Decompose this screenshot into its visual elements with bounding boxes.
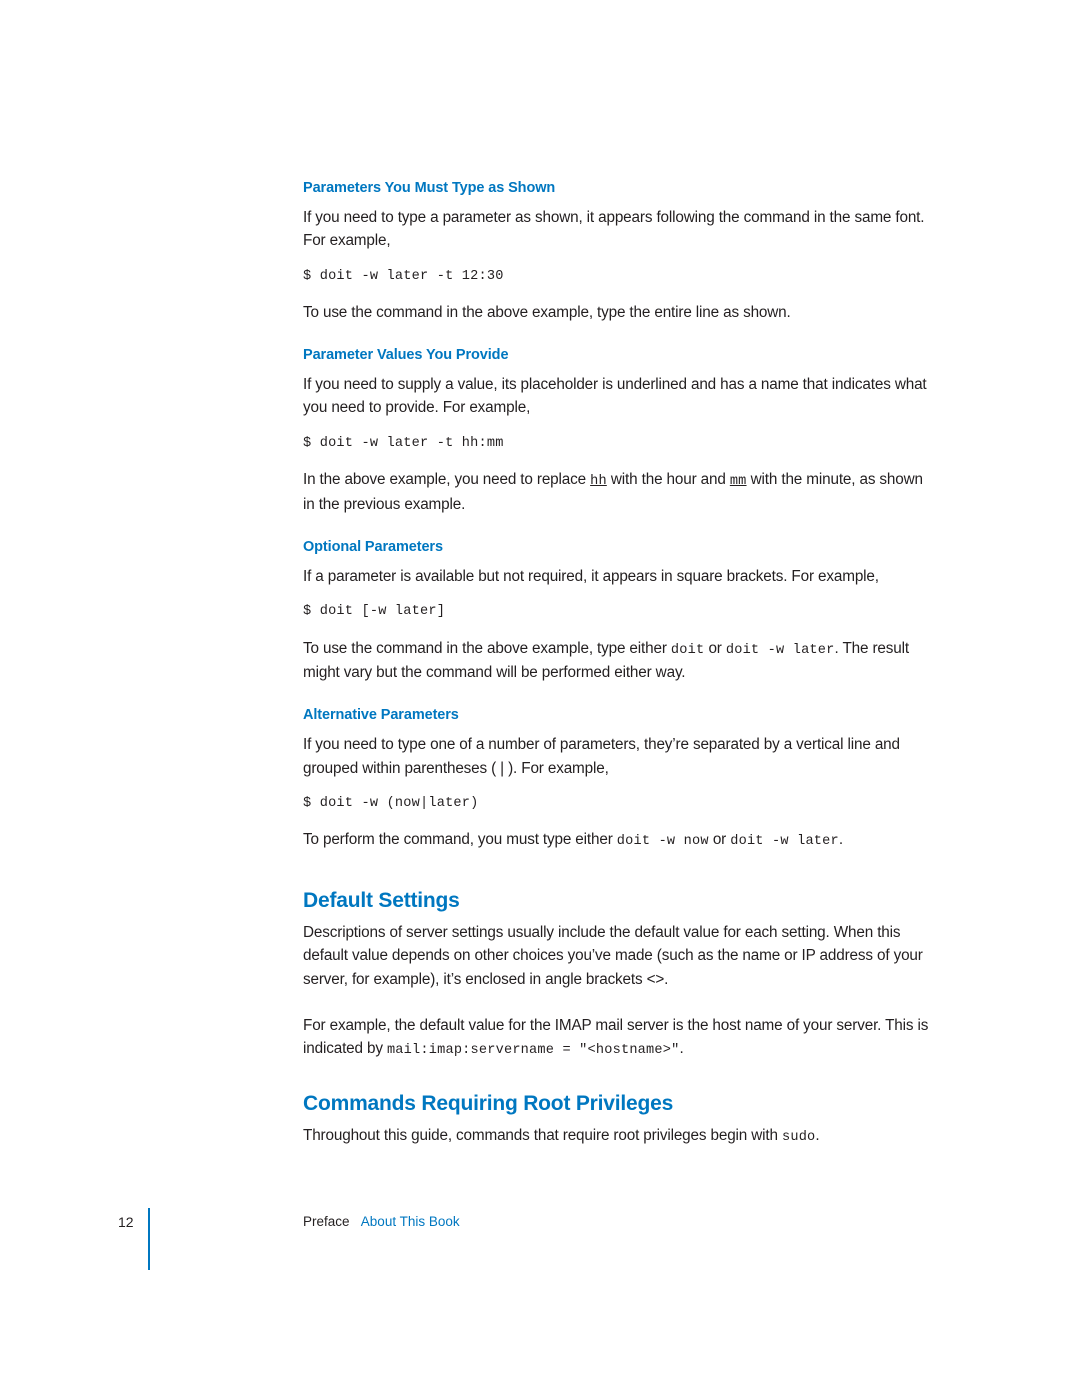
text-fragment: with the hour and [606, 471, 730, 489]
inline-code-sudo: sudo [781, 1129, 816, 1145]
footer-link-about-this-book[interactable]: About This Book [361, 1214, 460, 1229]
inline-code-doit-w-later-2: doit -w later [730, 834, 839, 850]
paragraph-replace-hh-mm: In the above example, you need to replac… [303, 468, 938, 516]
paragraph-default-settings-2: For example, the default value for the I… [303, 1014, 938, 1062]
paragraph-optional-usage: To use the command in the above example,… [303, 637, 938, 685]
heading-parameter-values-you-provide: Parameter Values You Provide [303, 347, 509, 364]
heading-alternative-parameters: Alternative Parameters [303, 707, 459, 724]
paragraph-alternative-usage: To perform the command, you must type ei… [303, 828, 938, 853]
text-fragment: . [679, 1040, 684, 1058]
paragraph-parameter-values: If you need to supply a value, its place… [303, 376, 927, 417]
page-footer: 12 Preface About This Book [0, 1208, 1080, 1288]
heading-optional-parameters: Optional Parameters [303, 538, 443, 555]
code-sample-optional-parameters: $ doit [-w later] [303, 604, 446, 620]
text-fragment: To use the command in the above example,… [303, 639, 671, 657]
inline-code-doit-w-later: doit -w later [725, 642, 835, 658]
page-content: Parameters You Must Type as Shown If you… [303, 180, 938, 1162]
text-fragment: In the above example, you need to replac… [303, 471, 591, 489]
heading-commands-requiring-root-privileges: Commands Requiring Root Privileges [303, 1091, 674, 1115]
code-sample-alternative-parameters: $ doit -w (now|later) [303, 795, 479, 811]
inline-code-imap-servername: mail:imap:servername = "<hostname>" [386, 1043, 680, 1059]
paragraph-optional-parameters: If a parameter is available but not requ… [303, 567, 879, 585]
text-fragment: or [708, 831, 731, 849]
text-fragment: . [815, 1126, 820, 1144]
paragraph-root-privileges: Throughout this guide, commands that req… [303, 1124, 938, 1149]
inline-code-mm: mm [729, 474, 747, 490]
inline-code-doit-w-now: doit -w now [616, 834, 709, 850]
inline-code-doit: doit [670, 642, 705, 658]
heading-parameters-type-as-shown: Parameters You Must Type as Shown [303, 180, 556, 196]
text-fragment: . [838, 831, 843, 849]
text-fragment: To perform the command, you must type ei… [303, 831, 617, 849]
paragraph-default-settings-1: Descriptions of server settings usually … [303, 924, 923, 988]
footer-breadcrumb: Preface About This Book [303, 1214, 460, 1229]
footer-separator [350, 1214, 361, 1229]
footer-divider-rule [148, 1208, 150, 1270]
text-fragment: or [704, 639, 726, 657]
code-sample-type-as-shown: $ doit -w later -t 12:30 [303, 268, 504, 284]
page-number: 12 [118, 1214, 134, 1230]
paragraph-type-entire-line: To use the command in the above example,… [303, 303, 791, 321]
footer-label-preface: Preface [303, 1214, 350, 1229]
code-sample-parameter-values: $ doit -w later -t hh:mm [303, 435, 504, 451]
text-fragment: Throughout this guide, commands that req… [303, 1126, 782, 1144]
paragraph-parameters-type-as-shown: If you need to type a parameter as shown… [303, 209, 925, 250]
document-page: Parameters You Must Type as Shown If you… [0, 0, 1080, 1397]
heading-default-settings: Default Settings [303, 889, 460, 913]
paragraph-alternative-parameters: If you need to type one of a number of p… [303, 736, 900, 777]
inline-code-hh: hh [590, 474, 607, 490]
